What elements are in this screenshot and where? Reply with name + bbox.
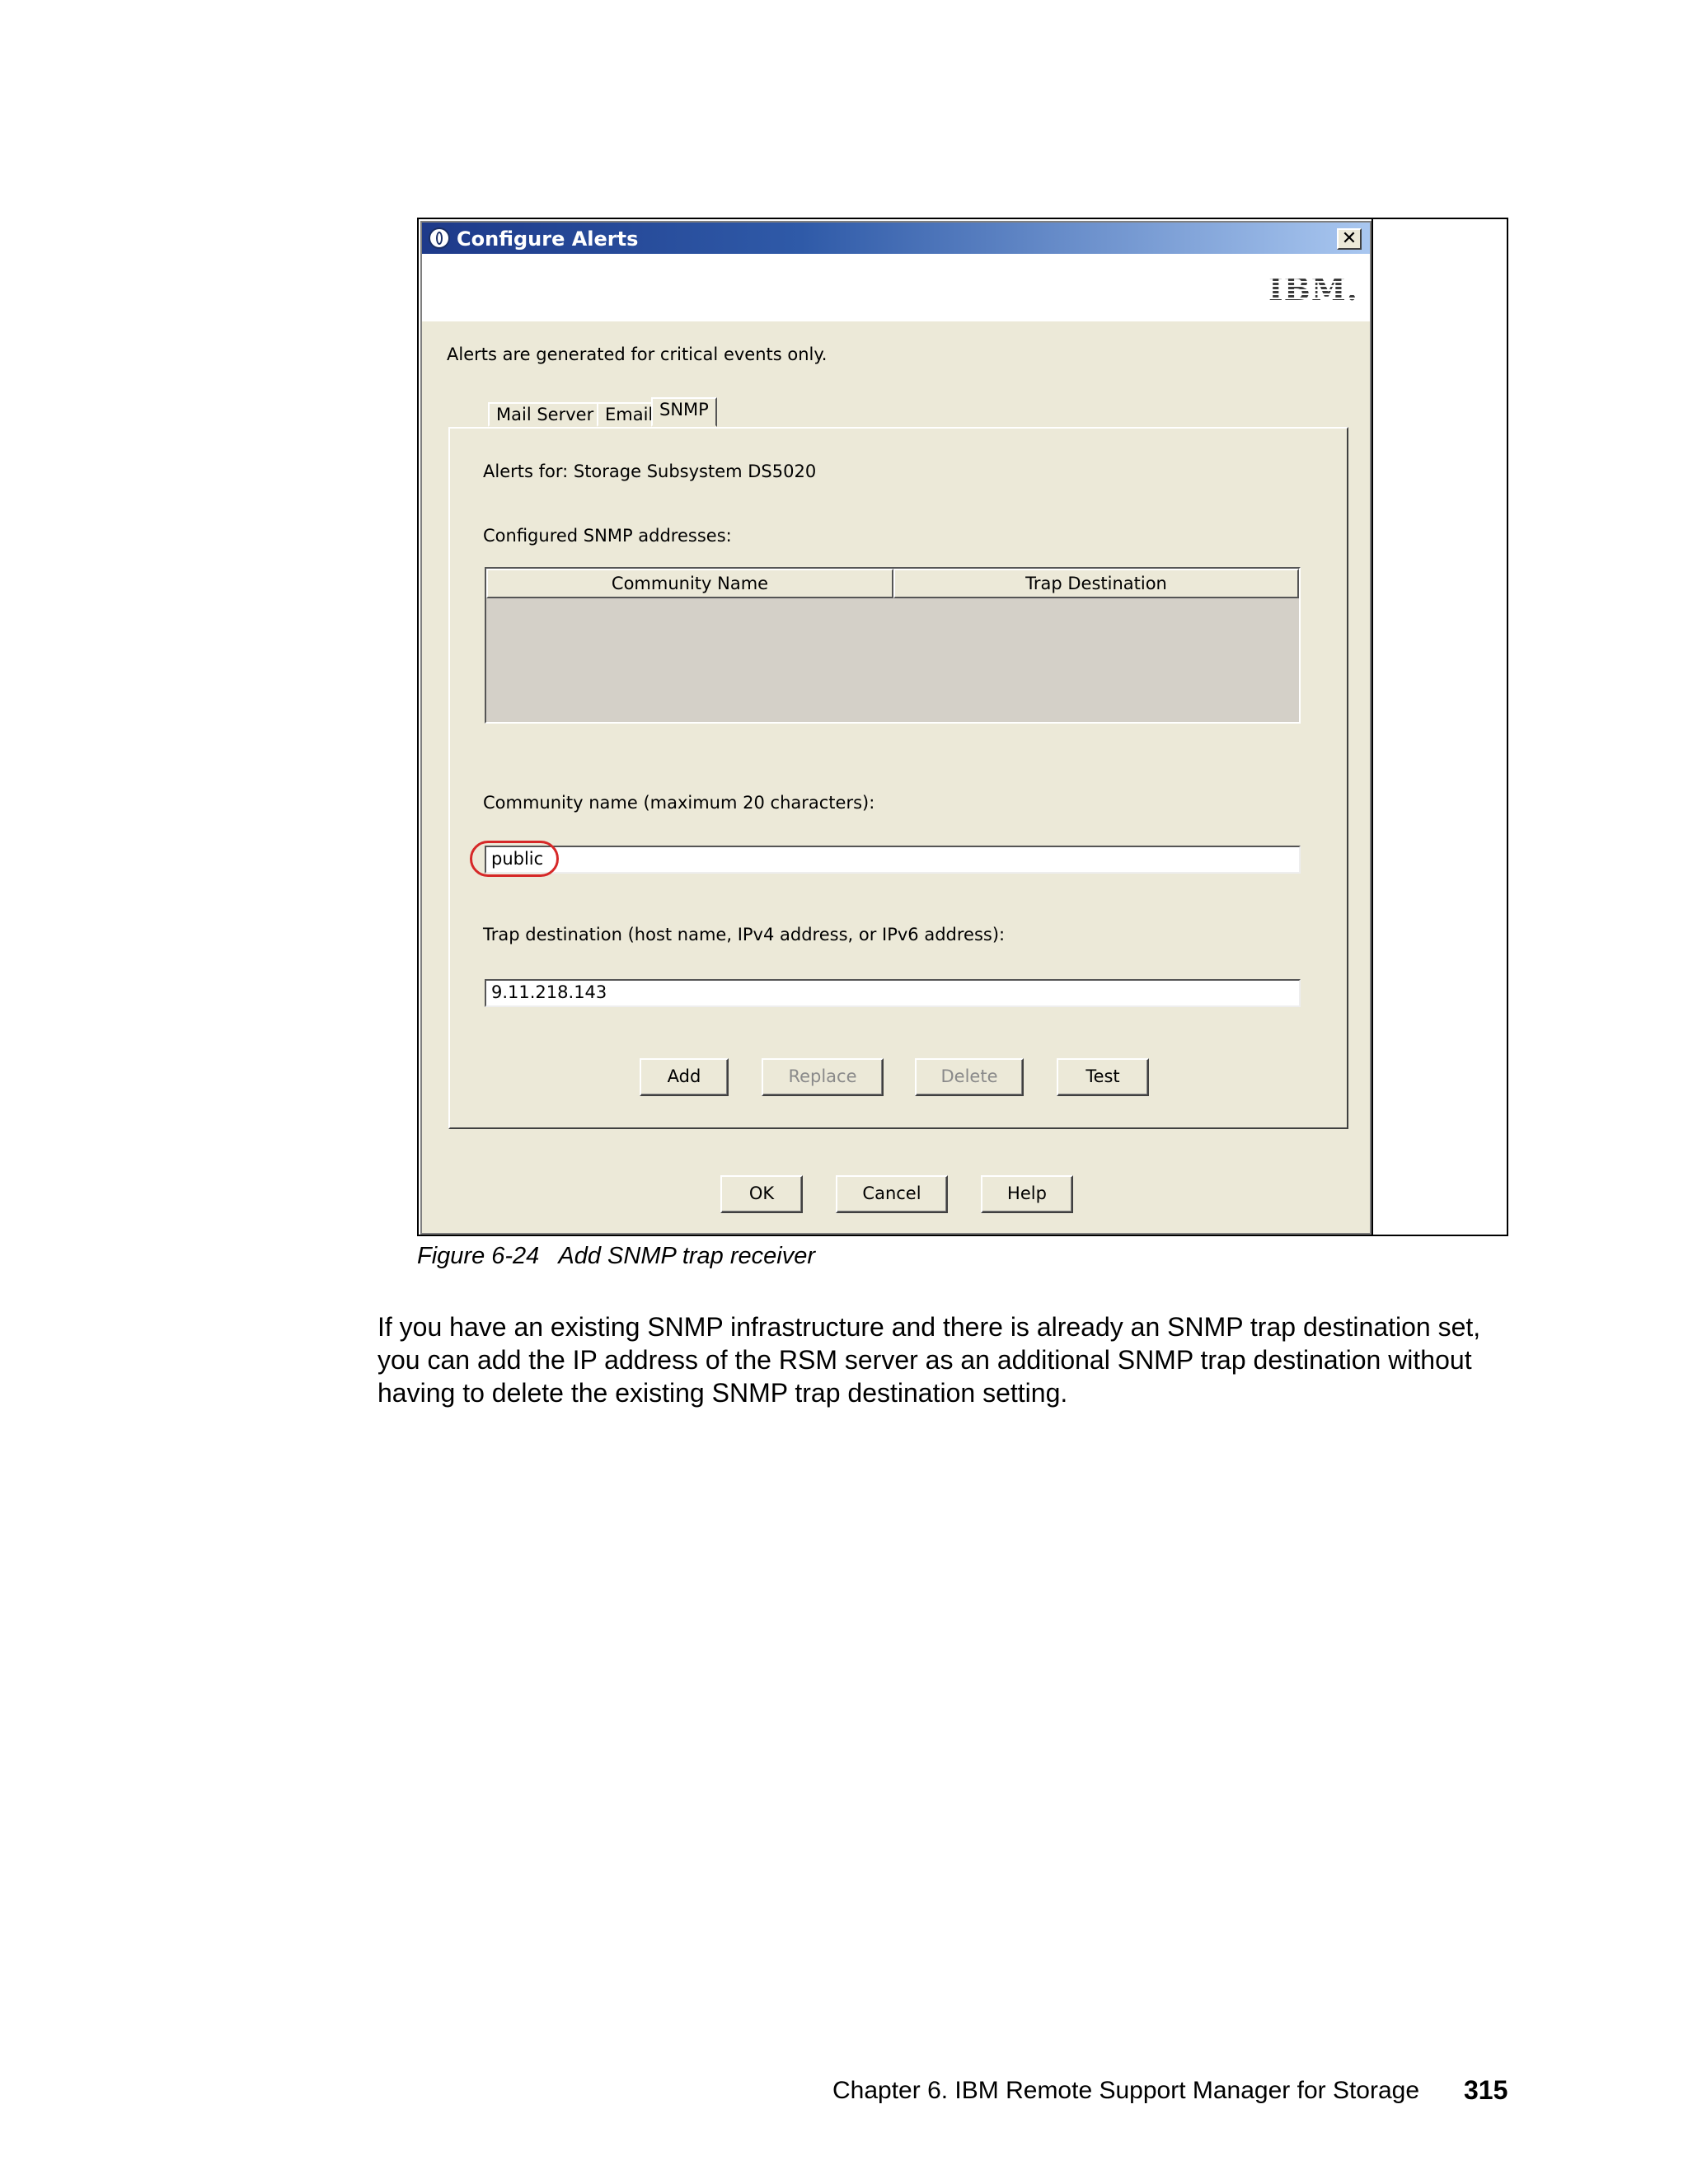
highlight-oval <box>470 841 559 877</box>
test-button[interactable]: Test <box>1057 1058 1149 1096</box>
column-header-trap-destination[interactable]: Trap Destination <box>893 569 1299 598</box>
tab-snmp[interactable]: SNMP <box>651 397 717 427</box>
trap-destination-label: Trap destination (host name, IPv4 addres… <box>483 925 1006 944</box>
alerts-for-label: Alerts for: Storage Subsystem DS5020 <box>483 462 817 481</box>
help-button[interactable]: Help <box>981 1175 1073 1213</box>
figure-caption: Figure 6-24 Add SNMP trap receiver <box>417 1243 815 1269</box>
info-text: Alerts are generated for critical events… <box>447 344 828 364</box>
body-paragraph: If you have an existing SNMP infrastruct… <box>377 1312 1481 1408</box>
header-band: IBM. <box>422 254 1370 321</box>
cancel-button[interactable]: Cancel <box>836 1175 948 1213</box>
ibm-logo: IBM. <box>1268 270 1358 307</box>
trap-destination-input[interactable]: 9.11.218.143 <box>485 979 1301 1007</box>
community-name-input[interactable]: public <box>485 846 1301 874</box>
dialog-title: Configure Alerts <box>457 227 639 251</box>
community-name-label: Community name (maximum 20 characters): <box>483 793 875 813</box>
footer-page-number: 315 <box>1464 2075 1508 2105</box>
delete-button[interactable]: Delete <box>915 1058 1024 1096</box>
configure-alerts-dialog: Configure Alerts ✕ IBM. Alerts are gener… <box>420 221 1372 1235</box>
tab-mail-server[interactable]: Mail Server <box>488 402 603 427</box>
column-header-community-name[interactable]: Community Name <box>486 569 893 598</box>
ok-button[interactable]: OK <box>720 1175 803 1213</box>
add-button[interactable]: Add <box>640 1058 729 1096</box>
snmp-address-table[interactable]: Community Name Trap Destination <box>485 567 1301 724</box>
replace-button[interactable]: Replace <box>762 1058 884 1096</box>
footer-chapter-title: Chapter 6. IBM Remote Support Manager fo… <box>832 2077 1420 2104</box>
close-button[interactable]: ✕ <box>1337 228 1362 250</box>
globe-icon <box>429 227 450 249</box>
figure-divider <box>1372 218 1373 1236</box>
title-bar[interactable]: Configure Alerts ✕ <box>422 223 1370 254</box>
configured-addresses-label: Configured SNMP addresses: <box>483 526 732 546</box>
